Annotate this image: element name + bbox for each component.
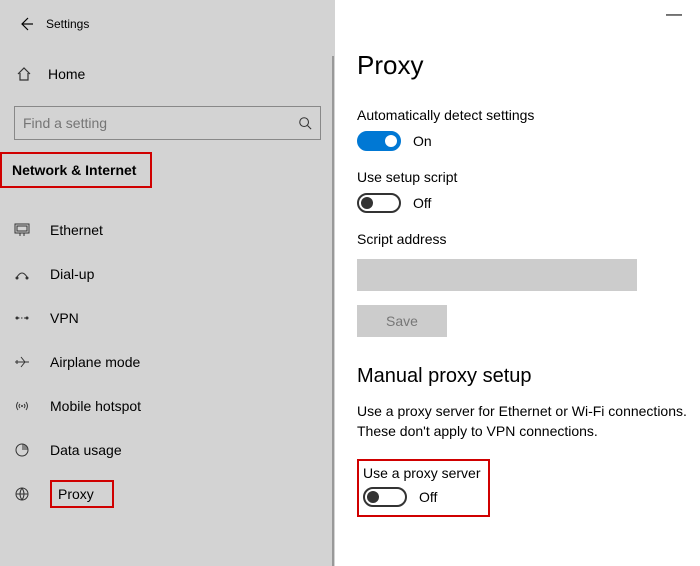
save-button[interactable]: Save xyxy=(357,305,447,337)
search-box[interactable] xyxy=(14,106,321,140)
setup-script-state: Off xyxy=(413,195,431,211)
search-input[interactable] xyxy=(23,115,254,131)
manual-setup-desc: Use a proxy server for Ethernet or Wi-Fi… xyxy=(357,402,700,441)
nav-item-dialup[interactable]: Dial-up xyxy=(0,252,335,296)
nav-item-proxy[interactable]: Proxy xyxy=(0,472,335,516)
datausage-icon xyxy=(14,443,38,457)
dialup-icon xyxy=(14,267,38,281)
nav-label: Dial-up xyxy=(50,266,94,282)
nav-label: Ethernet xyxy=(50,222,103,238)
nav-item-datausage[interactable]: Data usage xyxy=(0,428,335,472)
auto-detect-label: Automatically detect settings xyxy=(357,107,700,123)
script-address-label: Script address xyxy=(357,231,700,247)
setup-script-toggle[interactable] xyxy=(357,193,401,213)
nav-label: VPN xyxy=(50,310,79,326)
hotspot-icon xyxy=(14,399,38,413)
use-proxy-label: Use a proxy server xyxy=(363,465,480,481)
back-button[interactable] xyxy=(8,10,44,38)
nav-label-highlight: Proxy xyxy=(50,480,114,508)
use-proxy-state: Off xyxy=(419,489,437,505)
scrollbar[interactable] xyxy=(332,56,334,566)
use-proxy-toggle[interactable] xyxy=(363,487,407,507)
use-proxy-toggle-row: Off xyxy=(363,487,480,507)
minimize-button[interactable]: — xyxy=(666,6,682,24)
nav-label: Mobile hotspot xyxy=(50,398,141,414)
nav-item-vpn[interactable]: VPN xyxy=(0,296,335,340)
setup-script-label: Use setup script xyxy=(357,169,700,185)
nav-label: Data usage xyxy=(50,442,122,458)
auto-detect-toggle-row: On xyxy=(357,131,700,151)
category-header-highlight: Network & Internet xyxy=(0,152,152,188)
nav-list: Ethernet Dial-up VPN Airplane mode Mobil… xyxy=(0,208,335,516)
proxy-icon xyxy=(14,487,38,501)
script-address-input[interactable] xyxy=(357,259,637,291)
settings-window: Settings Home Network & Internet Etherne… xyxy=(0,0,700,566)
nav-item-ethernet[interactable]: Ethernet xyxy=(0,208,335,252)
home-nav[interactable]: Home xyxy=(0,54,335,94)
save-button-label: Save xyxy=(386,313,418,329)
page-title: Proxy xyxy=(357,50,700,81)
airplane-icon xyxy=(14,355,38,369)
auto-detect-state: On xyxy=(413,133,432,149)
nav-item-hotspot[interactable]: Mobile hotspot xyxy=(0,384,335,428)
category-header: Network & Internet xyxy=(6,156,146,184)
auto-detect-toggle[interactable] xyxy=(357,131,401,151)
window-title: Settings xyxy=(46,17,89,31)
nav-label: Airplane mode xyxy=(50,354,140,370)
search-icon xyxy=(298,116,312,130)
use-proxy-highlight: Use a proxy server Off xyxy=(357,459,490,517)
nav-item-airplane[interactable]: Airplane mode xyxy=(0,340,335,384)
home-label: Home xyxy=(48,66,85,82)
ethernet-icon xyxy=(14,223,38,237)
vpn-icon xyxy=(14,311,38,325)
sidebar: Settings Home Network & Internet Etherne… xyxy=(0,0,335,566)
titlebar: Settings xyxy=(0,8,335,40)
manual-setup-heading: Manual proxy setup xyxy=(357,365,700,388)
setup-script-toggle-row: Off xyxy=(357,193,700,213)
main-panel: — Proxy Automatically detect settings On… xyxy=(335,0,700,566)
home-icon xyxy=(16,66,40,82)
